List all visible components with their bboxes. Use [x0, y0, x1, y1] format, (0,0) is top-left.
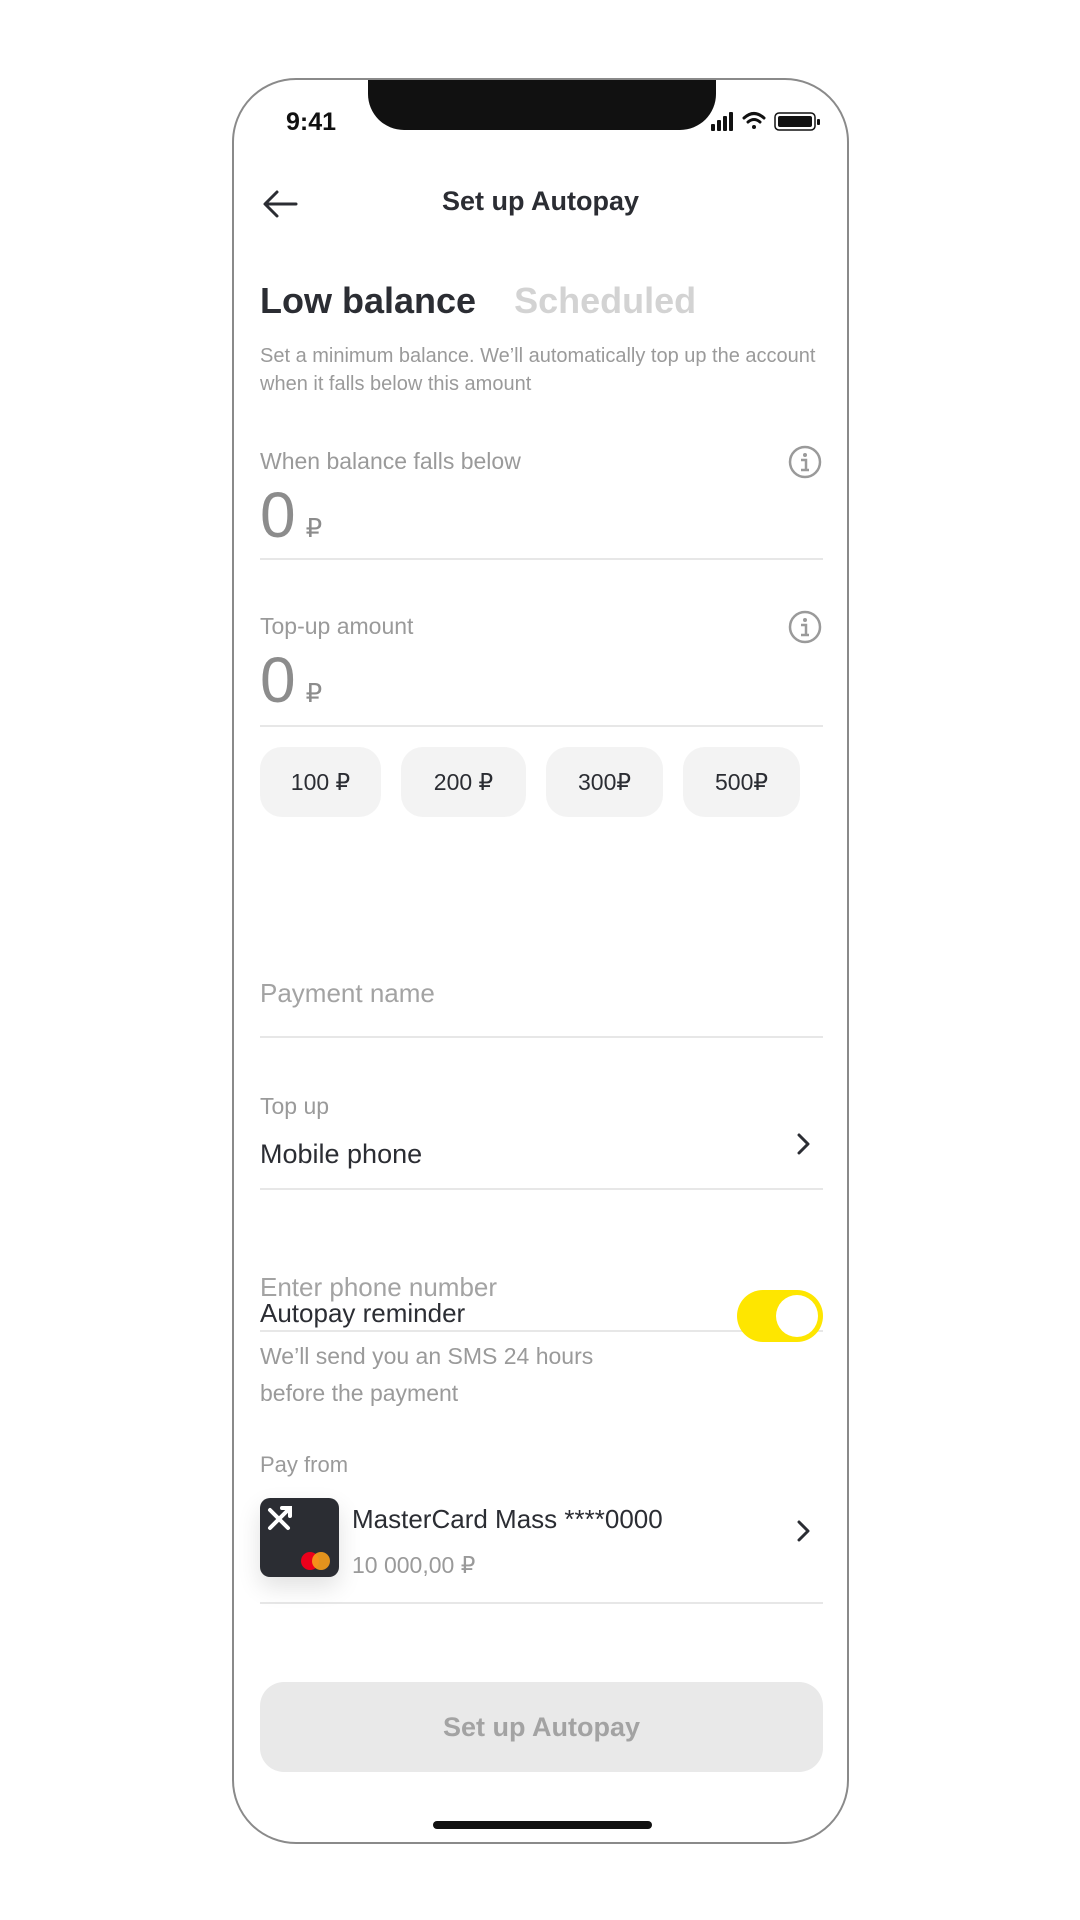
topup-target-selector[interactable]: Top up Mobile phone: [260, 1085, 823, 1190]
wifi-icon: [742, 112, 766, 129]
mode-tabs: Low balance Scheduled: [260, 280, 734, 330]
topup-target-value: Mobile phone: [260, 1139, 423, 1169]
top-bar: Set up Autopay: [234, 176, 847, 236]
payment-name-input[interactable]: Payment name: [260, 956, 823, 1038]
home-indicator: [433, 1821, 652, 1829]
info-icon[interactable]: [787, 444, 823, 480]
bank-logo-icon: [268, 1506, 292, 1530]
quick-amount-chip[interactable]: 500₽: [683, 747, 800, 817]
autopay-reminder: Autopay reminder We’ll send you an SMS 2…: [260, 1290, 823, 1420]
pay-from-label: Pay from: [260, 1452, 349, 1477]
battery-icon: [774, 112, 820, 131]
card-thumbnail: [260, 1498, 339, 1577]
toggle-knob: [776, 1295, 818, 1337]
reminder-title: Autopay reminder: [260, 1298, 466, 1328]
quick-amount-chips: 100 ₽ 200 ₽ 300₽ 500₽: [260, 747, 800, 817]
topup-amount-label: Top-up amount: [260, 613, 414, 639]
reminder-description: We’ll send you an SMS 24 hours before th…: [260, 1343, 594, 1406]
tab-low-balance[interactable]: Low balance: [260, 280, 476, 322]
set-up-autopay-button[interactable]: Set up Autopay: [260, 1682, 823, 1772]
page-title: Set up Autopay: [441, 186, 639, 216]
topup-amount: 0 ₽: [260, 643, 322, 717]
chevron-right-icon: [797, 1520, 810, 1542]
card-name: MasterCard Mass ****0000: [352, 1504, 663, 1534]
quick-amount-chip[interactable]: 200 ₽: [401, 747, 526, 817]
threshold-field[interactable]: When balance falls below 0 ₽: [260, 438, 823, 560]
status-time: 9:41: [286, 108, 337, 136]
status-icons: [711, 110, 823, 132]
tab-scheduled[interactable]: Scheduled: [514, 280, 696, 322]
pay-from-card-selector[interactable]: MasterCard Mass ****0000 10 000,00 ₽: [260, 1498, 823, 1604]
card-balance: 10 000,00 ₽: [352, 1552, 476, 1578]
topup-amount-currency: ₽: [305, 678, 323, 708]
quick-amount-chip[interactable]: 100 ₽: [260, 747, 381, 817]
chevron-right-icon: [797, 1133, 810, 1155]
threshold-value: 0: [260, 479, 296, 551]
threshold-currency: ₽: [305, 513, 323, 543]
payment-name-placeholder: Payment name: [260, 978, 435, 1008]
info-icon[interactable]: [787, 609, 823, 645]
phone-frame: 9:41 Set up Autopay Low balance Schedule…: [232, 78, 849, 1844]
quick-amount-chip[interactable]: 300₽: [546, 747, 663, 817]
mode-description: Set a minimum balance. We’ll automatical…: [260, 345, 816, 395]
topup-amount-field[interactable]: Top-up amount 0 ₽: [260, 605, 823, 727]
threshold-amount: 0 ₽: [260, 478, 322, 552]
topup-amount-value: 0: [260, 644, 296, 716]
mastercard-logo-icon: [301, 1552, 330, 1570]
reminder-toggle[interactable]: [737, 1290, 823, 1342]
notch: [368, 80, 716, 130]
threshold-label: When balance falls below: [260, 448, 521, 474]
cellular-signal-icon: [711, 112, 733, 131]
topup-target-label: Top up: [260, 1093, 330, 1119]
